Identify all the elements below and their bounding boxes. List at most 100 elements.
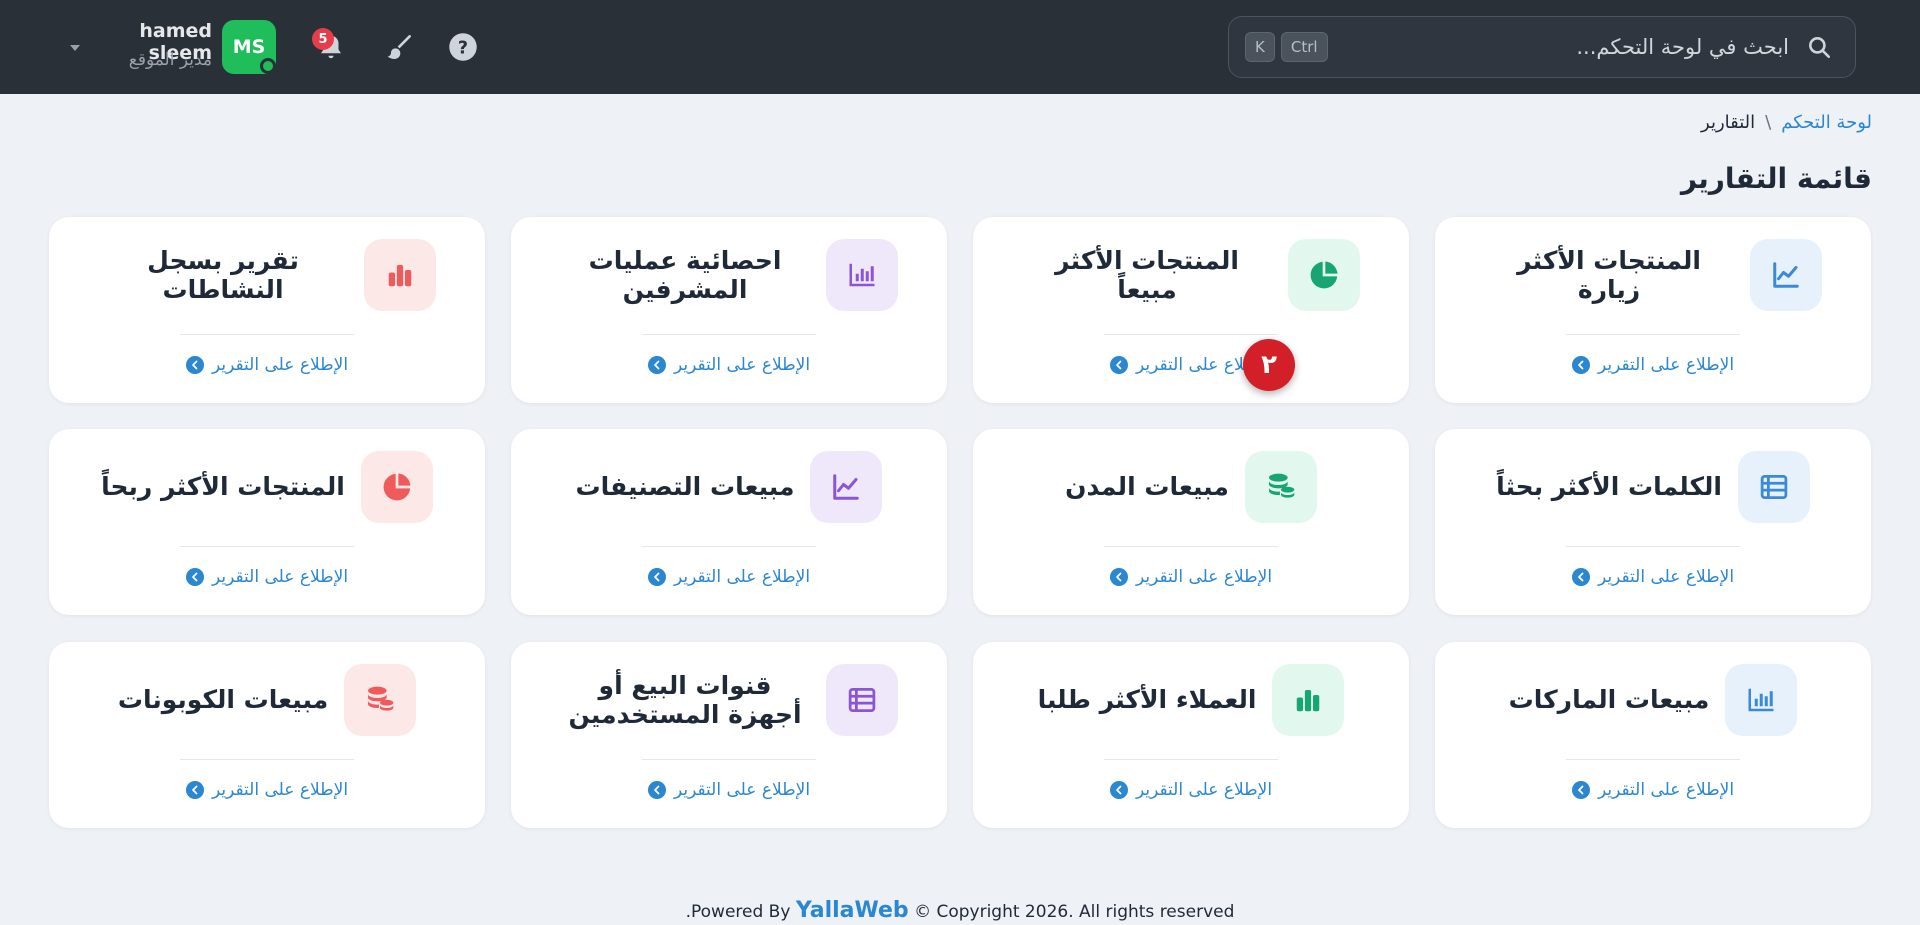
chevron-left-icon [1109, 568, 1128, 586]
chevron-left-icon [1571, 356, 1590, 374]
breadcrumb-current: التقارير [1701, 112, 1756, 133]
view-report-label: الإطلاع على التقرير [673, 780, 811, 800]
report-card: مبيعات المدن الإطلاع على التقرير [973, 429, 1409, 615]
card-icon [1737, 451, 1810, 523]
card-icon [810, 451, 883, 523]
page-title: قائمة التقارير [1680, 162, 1872, 195]
footer-brand-link[interactable]: YallaWeb [796, 898, 909, 923]
breadcrumb-home[interactable]: لوحة التحكم [1781, 112, 1872, 133]
report-card: المنتجات الأكثر مبيعاً الإطلاع على التقر… [973, 217, 1409, 403]
view-report-label: الإطلاع على التقرير [211, 780, 349, 800]
card-divider [1566, 759, 1740, 760]
report-card: احصائية عمليات المشرفين الإطلاع على التق… [511, 217, 947, 403]
view-report-label: الإطلاع على التقرير [673, 355, 811, 375]
brush-icon[interactable] [380, 28, 418, 66]
view-report-link[interactable]: الإطلاع على التقرير [973, 355, 1409, 375]
report-card: مبيعات الكوبونات الإطلاع على التقرير [49, 642, 485, 828]
line-chart-icon [1771, 260, 1801, 290]
card-title: مبيعات الكوبونات [117, 685, 329, 715]
notification-badge: 5 [312, 28, 334, 50]
card-divider [1104, 334, 1278, 335]
search-input[interactable] [1327, 35, 1789, 59]
report-card: مبيعات الماركات الإطلاع على التقرير [1435, 642, 1871, 828]
view-report-link[interactable]: الإطلاع على التقرير [511, 355, 947, 375]
card-icon [344, 664, 417, 736]
pie-chart-icon [1308, 259, 1340, 291]
view-report-link[interactable]: الإطلاع على التقرير [1435, 355, 1871, 375]
card-icon [364, 239, 436, 311]
card-icon [1725, 664, 1798, 736]
view-report-label: الإطلاع على التقرير [1597, 780, 1735, 800]
card-title: مبيعات المدن [1065, 472, 1229, 502]
view-report-link[interactable]: الإطلاع على التقرير [1435, 567, 1871, 587]
chevron-left-icon [185, 781, 204, 799]
card-title: المنتجات الأكثر ربحاً [101, 472, 345, 502]
coins-icon [364, 684, 396, 716]
view-report-link[interactable]: الإطلاع على التقرير [973, 567, 1409, 587]
card-divider [180, 759, 354, 760]
kbd-k: K [1245, 32, 1275, 62]
footer-copyright: © Copyright 2026. All rights reserved [914, 902, 1235, 922]
card-title: العملاء الأكثر طلبا [1037, 685, 1257, 715]
chevron-left-icon [1571, 781, 1590, 799]
card-divider [180, 546, 354, 547]
list-icon [847, 685, 877, 715]
view-report-label: الإطلاع على التقرير [1135, 567, 1273, 587]
step-marker: ٢ [1243, 339, 1295, 391]
svg-text:?: ? [458, 38, 468, 58]
search-icon[interactable] [1805, 33, 1833, 61]
card-icon [826, 664, 898, 736]
chevron-left-icon [647, 781, 666, 799]
chevron-left-icon [185, 356, 204, 374]
chevron-down-icon[interactable] [68, 40, 82, 54]
chevron-left-icon [647, 568, 666, 586]
list-icon [1759, 472, 1789, 502]
card-title: تقرير بسجل النشاطات [147, 245, 299, 305]
chevron-left-icon [185, 568, 204, 586]
report-card: تقرير بسجل النشاطات الإطلاع على التقرير [49, 217, 485, 403]
report-card: العملاء الأكثر طلبا الإطلاع على التقرير [973, 642, 1409, 828]
report-card: مبيعات التصنيفات الإطلاع على التقرير [511, 429, 947, 615]
card-icon [1750, 239, 1822, 311]
view-report-link[interactable]: الإطلاع على التقرير [511, 780, 947, 800]
report-card: الكلمات الأكثر بحثاً الإطلاع على التقرير [1435, 429, 1871, 615]
keyboard-shortcut: K Ctrl [1245, 32, 1328, 62]
card-title: مبيعات الماركات [1508, 685, 1710, 715]
view-report-label: الإطلاع على التقرير [1135, 780, 1273, 800]
view-report-label: الإطلاع على التقرير [211, 567, 349, 587]
view-report-label: الإطلاع على التقرير [1597, 355, 1735, 375]
view-report-link[interactable]: الإطلاع على التقرير [511, 567, 947, 587]
view-report-label: الإطلاع على التقرير [1597, 567, 1735, 587]
bar-chart-icon [847, 260, 877, 290]
card-icon [826, 239, 898, 311]
chevron-left-icon [1109, 356, 1128, 374]
card-icon [360, 451, 433, 523]
coins-icon [1265, 471, 1297, 503]
footer: .Powered By YallaWeb © Copyright 2026. A… [0, 898, 1920, 923]
card-title: الكلمات الأكثر بحثاً [1496, 472, 1722, 502]
search-box[interactable]: K Ctrl [1228, 16, 1856, 78]
card-icon [1244, 451, 1317, 523]
line-chart-icon [831, 472, 861, 502]
report-card: المنتجات الأكثر زيارة الإطلاع على التقري… [1435, 217, 1871, 403]
view-report-link[interactable]: الإطلاع على التقرير [1435, 780, 1871, 800]
bar-chart-icon [1746, 685, 1776, 715]
view-report-link[interactable]: الإطلاع على التقرير [49, 567, 485, 587]
card-divider [180, 334, 354, 335]
card-icon [1288, 239, 1360, 311]
card-title: قنوات البيع أو أجهزة المستخدمين [568, 670, 802, 730]
card-title: مبيعات التصنيفات [575, 472, 795, 502]
report-card: المنتجات الأكثر ربحاً الإطلاع على التقري… [49, 429, 485, 615]
view-report-link[interactable]: الإطلاع على التقرير [973, 780, 1409, 800]
view-report-link[interactable]: الإطلاع على التقرير [49, 780, 485, 800]
breadcrumb: لوحة التحكم \ التقارير [1701, 112, 1872, 133]
chevron-left-icon [1109, 781, 1128, 799]
chevron-left-icon [1571, 568, 1590, 586]
card-title: احصائية عمليات المشرفين [588, 245, 782, 305]
kbd-ctrl: Ctrl [1280, 32, 1328, 62]
view-report-link[interactable]: الإطلاع على التقرير [49, 355, 485, 375]
help-icon[interactable]: ? [444, 28, 482, 66]
card-title: المنتجات الأكثر زيارة [1517, 245, 1701, 305]
user-role: مدير الموقع [128, 50, 212, 70]
column-chart-icon [385, 260, 415, 290]
